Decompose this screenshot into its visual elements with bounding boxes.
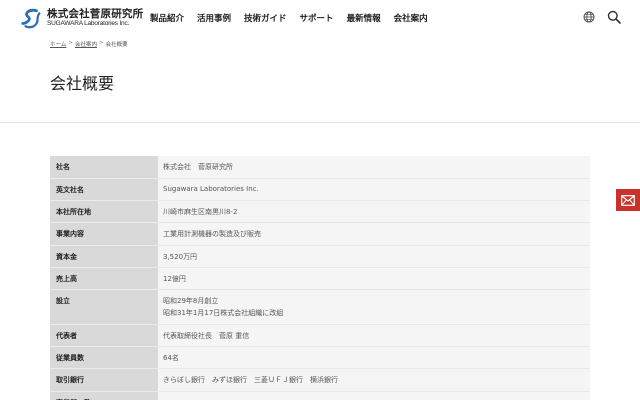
section-divider [0, 122, 640, 123]
row-value: 64名 [158, 346, 590, 369]
breadcrumb: ホーム > 会社案内 > 会社概要 [50, 40, 128, 48]
row-value: Sugawara Laboratories Inc. [158, 178, 590, 201]
table-row: 資本金 3,520万円 [50, 245, 590, 268]
main-nav: 製品紹介 活用事例 技術ガイド サポート 最新情報 会社案内 [150, 12, 441, 24]
breadcrumb-separator: > [98, 40, 104, 46]
row-value: 3,520万円 [158, 245, 590, 268]
row-value: きらぼし銀行 みずほ銀行 三菱ＵＦＪ銀行 横浜銀行 [158, 368, 590, 392]
breadcrumb-current: 会社概要 [105, 42, 128, 48]
row-value: 工業用計測機器の製造及び販売 [158, 222, 590, 246]
globe-icon[interactable] [583, 11, 595, 23]
row-label: 売上高 [50, 267, 158, 290]
row-label: 代表者 [50, 324, 158, 347]
breadcrumb-separator: > [68, 40, 73, 46]
table-row: 代表者 代表取締役社長 菅原 重信 [50, 324, 590, 347]
mail-icon [621, 194, 635, 206]
nav-item-tech-guide[interactable]: 技術ガイド [244, 12, 287, 24]
logo-company-name: 株式会社菅原研究所 [47, 7, 144, 20]
table-row: 事業所一覧 [50, 391, 590, 400]
site-header: 株式会社菅原研究所 SUGAWARA Laboratories Inc. 製品紹… [0, 0, 640, 38]
row-label: 本社所在地 [50, 200, 158, 223]
company-logo[interactable]: 株式会社菅原研究所 SUGAWARA Laboratories Inc. [20, 7, 143, 29]
nav-item-case-studies[interactable]: 活用事例 [197, 12, 231, 24]
table-row: 従業員数 64名 [50, 346, 590, 369]
table-row: 売上高 12億円 [50, 267, 590, 290]
breadcrumb-company[interactable]: 会社案内 [75, 40, 97, 48]
row-label: 資本金 [50, 245, 158, 268]
table-row: 本社所在地 川崎市麻生区南黒川8-2 [50, 200, 590, 223]
search-icon[interactable] [607, 10, 621, 24]
table-row: 取引銀行 きらぼし銀行 みずほ銀行 三菱ＵＦＪ銀行 横浜銀行 [50, 368, 590, 392]
row-value-line: 昭和29年8月創立 [163, 296, 219, 305]
nav-item-support[interactable]: サポート [300, 12, 334, 24]
row-label: 社名 [50, 156, 158, 179]
logo-mark-icon [21, 8, 41, 29]
row-label: 取引銀行 [50, 368, 158, 392]
nav-item-products[interactable]: 製品紹介 [150, 12, 184, 24]
breadcrumb-home[interactable]: ホーム [50, 40, 66, 48]
row-value: 川崎市麻生区南黒川8-2 [158, 200, 590, 223]
table-row: 設立 昭和29年8月創立 昭和31年1月17日株式会社組織に改組 [50, 289, 590, 325]
row-label: 事業所一覧 [50, 391, 158, 400]
row-value [158, 391, 590, 400]
row-label: 設立 [50, 289, 158, 325]
page-title: 会社概要 [50, 74, 115, 93]
logo-company-name-en: SUGAWARA Laboratories Inc. [47, 20, 130, 27]
row-value: 12億円 [158, 267, 590, 290]
table-row: 事業内容 工業用計測機器の製造及び販売 [50, 222, 590, 246]
row-label: 英文社名 [50, 178, 158, 201]
row-value: 昭和29年8月創立 昭和31年1月17日株式会社組織に改組 [158, 289, 590, 325]
company-info-table: 社名 株式会社 菅原研究所 英文社名 Sugawara Laboratories… [50, 156, 590, 400]
row-value: 代表取締役社長 菅原 重信 [158, 324, 590, 347]
row-label: 従業員数 [50, 346, 158, 369]
nav-item-company[interactable]: 会社案内 [394, 12, 428, 24]
nav-item-news[interactable]: 最新情報 [347, 12, 381, 24]
row-value: 株式会社 菅原研究所 [158, 156, 590, 179]
table-row: 社名 株式会社 菅原研究所 [50, 156, 590, 179]
contact-mail-button[interactable] [616, 189, 640, 211]
table-row: 英文社名 Sugawara Laboratories Inc. [50, 178, 590, 201]
row-value-line: 昭和31年1月17日株式会社組織に改組 [163, 308, 284, 317]
row-label: 事業内容 [50, 222, 158, 246]
